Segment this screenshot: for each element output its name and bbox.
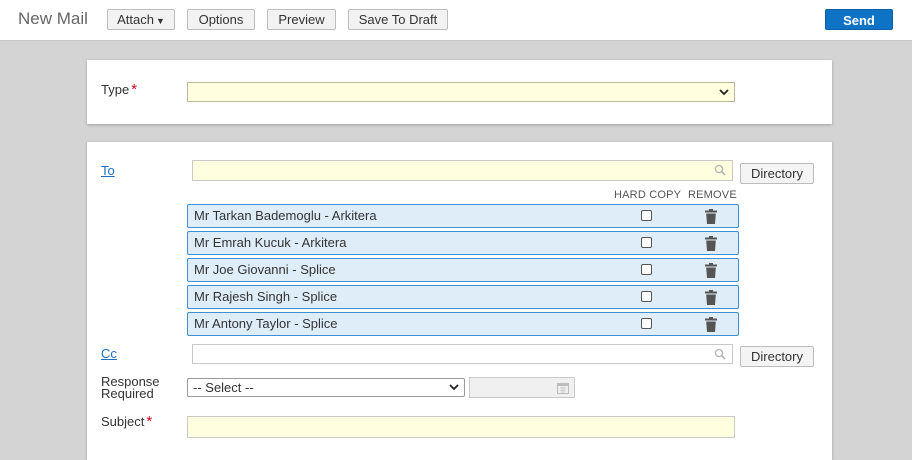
required-marker: *: [131, 81, 138, 98]
hard-copy-checkbox[interactable]: [641, 318, 652, 329]
trash-icon[interactable]: [705, 290, 717, 305]
subject-label-text: Subject: [101, 414, 145, 429]
recipient-name: Mr Tarkan Bademoglu - Arkitera: [194, 208, 377, 223]
type-label-text: Type: [101, 82, 130, 97]
search-icon: [714, 164, 726, 176]
subject-input[interactable]: [187, 416, 735, 438]
calendar-icon[interactable]: [557, 382, 569, 394]
remove-header: REMOVE: [688, 189, 737, 201]
search-icon: [714, 348, 726, 360]
response-select[interactable]: -- Select --: [187, 378, 465, 397]
subject-label: Subject *: [101, 413, 152, 430]
type-select[interactable]: [187, 82, 735, 102]
recipient-name: Mr Antony Taylor - Splice: [194, 316, 338, 331]
recipient-name: Mr Joe Giovanni - Splice: [194, 262, 336, 277]
hard-copy-checkbox[interactable]: [641, 291, 652, 302]
cc-input[interactable]: [192, 344, 733, 364]
response-label-line2: Required: [101, 386, 154, 401]
response-select-value: -- Select --: [193, 380, 254, 395]
recipient-row: Mr Tarkan Bademoglu - Arkitera: [187, 204, 739, 228]
caret-down-icon: ▼: [155, 16, 165, 26]
preview-button[interactable]: Preview: [267, 9, 336, 30]
type-panel: Type *: [87, 60, 832, 124]
trash-icon[interactable]: [705, 263, 717, 278]
response-required-label: Response Required: [101, 375, 160, 401]
hard-copy-checkbox[interactable]: [641, 210, 652, 221]
trash-icon[interactable]: [705, 317, 717, 332]
required-marker: *: [146, 413, 153, 430]
trash-icon[interactable]: [705, 209, 717, 224]
chevron-down-icon: [449, 384, 459, 391]
attach-label: Attach: [117, 12, 154, 27]
recipient-name: Mr Rajesh Singh - Splice: [194, 289, 338, 304]
to-directory-button[interactable]: Directory: [740, 163, 814, 184]
options-button[interactable]: Options: [187, 9, 255, 30]
cc-link[interactable]: Cc: [101, 346, 117, 361]
page-title: New Mail: [18, 9, 88, 28]
recipient-row: Mr Antony Taylor - Splice: [187, 312, 739, 336]
to-input[interactable]: [192, 160, 733, 181]
hard-copy-header: HARD COPY: [614, 189, 682, 201]
hard-copy-checkbox[interactable]: [641, 237, 652, 248]
response-date-input[interactable]: [469, 377, 575, 398]
trash-icon[interactable]: [705, 236, 717, 251]
chevron-down-icon: [719, 89, 729, 96]
to-link[interactable]: To: [101, 163, 115, 178]
cc-directory-button[interactable]: Directory: [740, 346, 814, 367]
toolbar: New Mail Attach ▼ Options Preview Save To…: [0, 0, 912, 41]
type-label: Type *: [101, 81, 137, 98]
send-button[interactable]: Send: [825, 9, 893, 30]
attach-button[interactable]: Attach ▼: [107, 9, 175, 30]
hard-copy-checkbox[interactable]: [641, 264, 652, 275]
recipient-name: Mr Emrah Kucuk - Arkitera: [194, 235, 347, 250]
recipient-row: Mr Joe Giovanni - Splice: [187, 258, 739, 282]
recipient-row: Mr Rajesh Singh - Splice: [187, 285, 739, 309]
recipient-row: Mr Emrah Kucuk - Arkitera: [187, 231, 739, 255]
save-to-draft-button[interactable]: Save To Draft: [348, 9, 448, 30]
